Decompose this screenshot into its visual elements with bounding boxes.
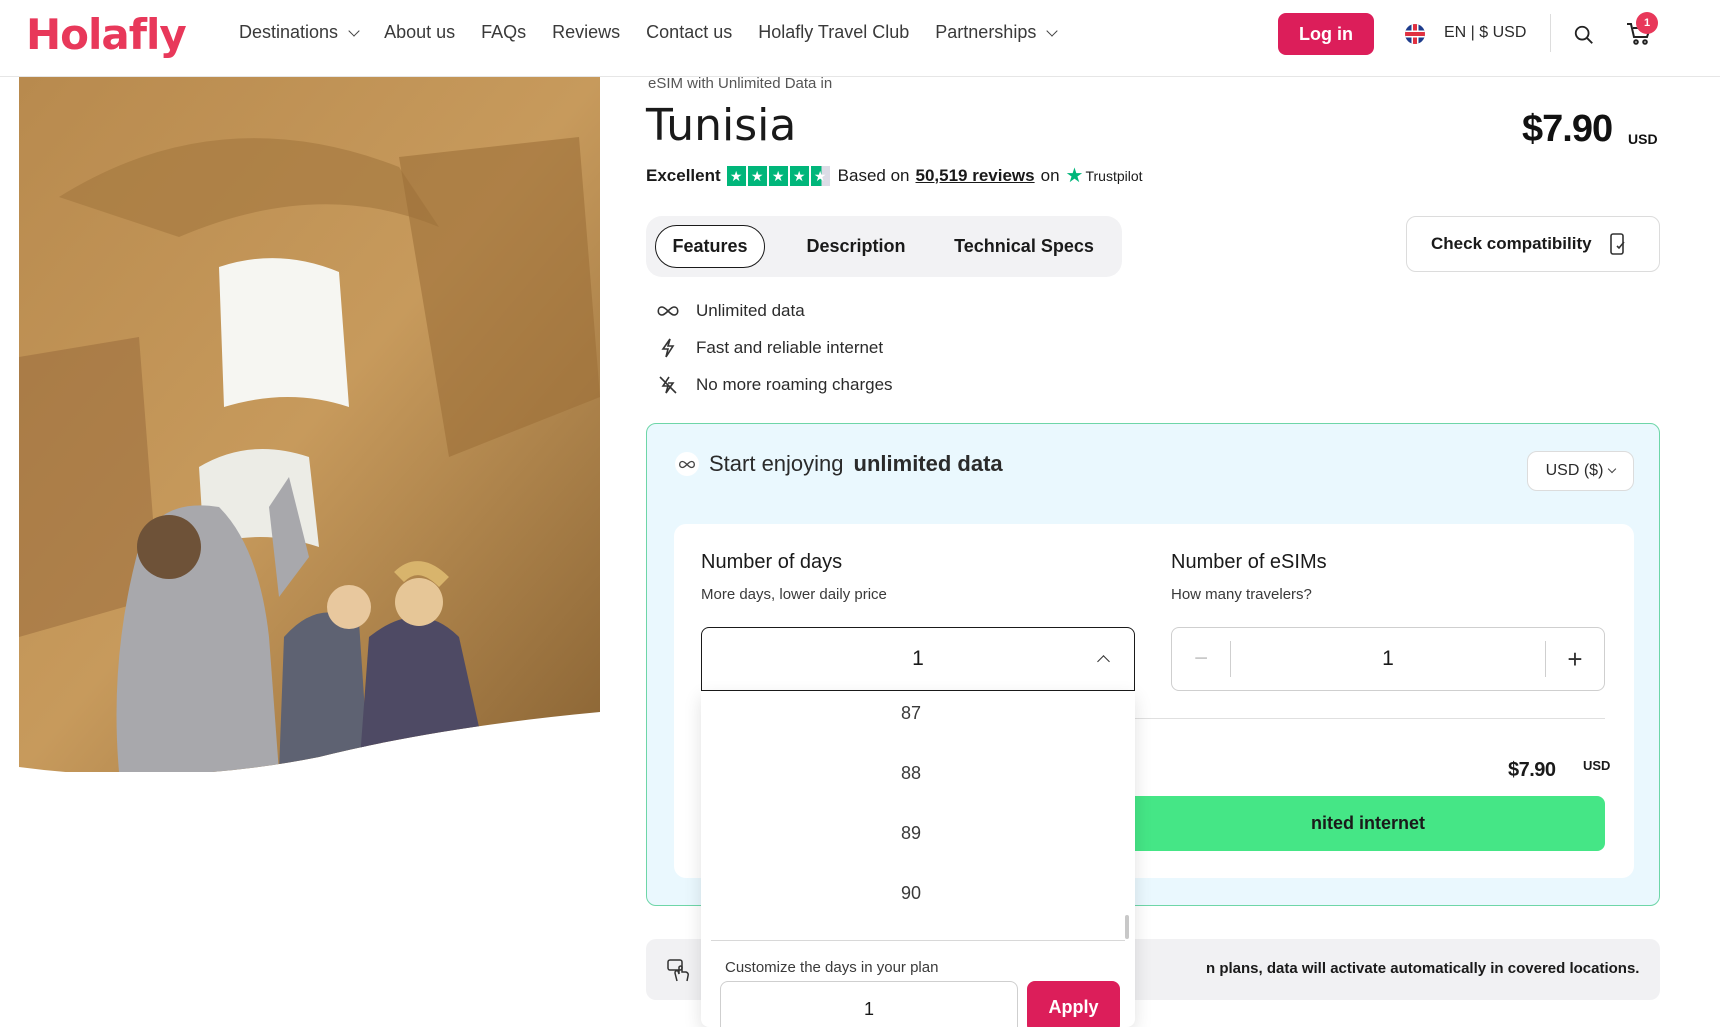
esims-quantity-value[interactable]: 1: [1172, 647, 1604, 671]
hero-image: [19, 77, 600, 772]
phone-check-icon: [1609, 233, 1625, 255]
chevron-down-icon: [348, 24, 360, 37]
nav-about-us[interactable]: About us: [384, 22, 455, 43]
dropdown-option[interactable]: 87: [701, 703, 1121, 724]
days-select-value: 1: [912, 647, 924, 670]
esims-title: Number of eSIMs: [1171, 551, 1327, 573]
dropdown-option[interactable]: 89: [701, 823, 1121, 844]
custom-days-label: Customize the days in your plan: [725, 959, 939, 976]
days-select[interactable]: 1: [701, 627, 1135, 691]
nav-contact-us[interactable]: Contact us: [646, 22, 732, 43]
product-price: $7.90: [1522, 108, 1613, 150]
plan-heading-prefix: Start enjoying: [709, 451, 844, 476]
total-currency: USD: [1583, 758, 1611, 773]
header-divider: [1550, 14, 1551, 52]
chevron-down-icon: [1046, 24, 1059, 37]
chevron-down-icon: [1608, 464, 1617, 474]
tab-technical-specs[interactable]: Technical Specs: [944, 225, 1104, 268]
feature-no-roaming: No more roaming charges: [656, 375, 893, 395]
increment-button[interactable]: +: [1546, 628, 1604, 690]
nav-label: About us: [384, 22, 456, 42]
main-nav: Destinations About us FAQs Reviews Conta…: [239, 22, 1082, 43]
star-icon: ★: [726, 165, 746, 186]
star-icon: ★: [747, 165, 767, 186]
days-title: Number of days: [701, 551, 843, 573]
infinity-icon: [656, 301, 680, 321]
cart-count-badge: 1: [1636, 12, 1658, 34]
nav-label: Destinations: [239, 22, 339, 42]
trustpilot-rating: Excellent ★ ★ ★ ★ ★ Based on 50,519 revi…: [646, 163, 1143, 188]
rating-word: Excellent: [646, 165, 721, 185]
lightning-icon: [656, 338, 680, 358]
dropdown-scrollbar[interactable]: [1125, 915, 1129, 939]
feature-fast-internet: Fast and reliable internet: [656, 338, 883, 358]
nav-label: Holafly Travel Club: [758, 22, 910, 42]
dropdown-divider: [711, 940, 1125, 941]
feature-label: No more roaming charges: [696, 375, 893, 394]
apply-button[interactable]: Apply: [1027, 981, 1120, 1027]
nav-label: FAQs: [481, 22, 527, 42]
rating-based-on: Based on: [837, 165, 910, 185]
tab-features[interactable]: Features: [655, 225, 765, 268]
nav-label: Reviews: [552, 22, 621, 42]
days-subtitle: More days, lower daily price: [701, 586, 887, 603]
no-roaming-icon: [656, 375, 680, 395]
star-icon: ★: [789, 165, 809, 186]
star-icon: ★: [768, 165, 788, 186]
esims-quantity-stepper: − 1 +: [1171, 627, 1605, 691]
trustpilot-logo: Trustpilot: [1085, 167, 1143, 184]
product-subtitle: eSIM with Unlimited Data in: [648, 75, 833, 92]
product-tabs: Features Description Technical Specs: [646, 216, 1122, 277]
esims-subtitle: How many travelers?: [1171, 586, 1312, 603]
price-currency: USD: [1628, 131, 1658, 147]
product-title: Tunisia: [646, 100, 797, 151]
nav-reviews[interactable]: Reviews: [552, 22, 620, 43]
feature-unlimited-data: Unlimited data: [656, 301, 805, 321]
days-dropdown-menu: 87 88 89 90 Customize the days in your p…: [701, 691, 1135, 1027]
tab-description[interactable]: Description: [796, 225, 916, 268]
nav-label: Contact us: [646, 22, 733, 42]
nav-label: Partnerships: [935, 22, 1037, 42]
uk-flag-icon[interactable]: [1405, 24, 1425, 44]
check-compatibility-button[interactable]: Check compatibility: [1406, 216, 1660, 272]
feature-label: Unlimited data: [696, 301, 805, 320]
buy-button-label: nited internet: [1310, 813, 1425, 833]
currency-value: USD ($): [1545, 462, 1604, 479]
rating-on: on: [1040, 165, 1060, 185]
nav-travel-club[interactable]: Holafly Travel Club: [758, 22, 909, 43]
search-icon[interactable]: [1573, 24, 1595, 46]
check-compatibility-label: Check compatibility: [1431, 234, 1592, 253]
site-header: Holafly Destinations About us FAQs Revie…: [0, 0, 1720, 77]
total-price: $7.90: [1508, 759, 1556, 781]
dropdown-option[interactable]: 88: [701, 763, 1121, 784]
feature-label: Fast and reliable internet: [696, 338, 884, 357]
currency-select[interactable]: USD ($): [1527, 451, 1634, 491]
infinity-icon: [675, 452, 699, 476]
plan-heading-bold: unlimited data: [853, 451, 1003, 476]
language-currency-selector[interactable]: EN | $ USD: [1444, 24, 1526, 42]
rating-stars: ★ ★ ★ ★ ★: [726, 165, 830, 186]
holafly-logo[interactable]: Holafly: [26, 10, 187, 59]
reviews-link[interactable]: 50,519 reviews: [916, 166, 1035, 186]
nav-destinations[interactable]: Destinations: [239, 22, 360, 43]
custom-days-input[interactable]: 1: [720, 981, 1018, 1027]
nav-partnerships[interactable]: Partnerships: [935, 22, 1059, 43]
plan-heading: Start enjoying unlimited data: [675, 451, 1003, 477]
login-button[interactable]: Log in: [1278, 13, 1374, 55]
nav-faqs[interactable]: FAQs: [481, 22, 526, 43]
custom-days-value: 1: [863, 999, 874, 1019]
star-half-icon: ★: [810, 165, 830, 186]
trustpilot-star-icon: ★: [1065, 165, 1084, 187]
dropdown-option[interactable]: 90: [701, 883, 1121, 904]
